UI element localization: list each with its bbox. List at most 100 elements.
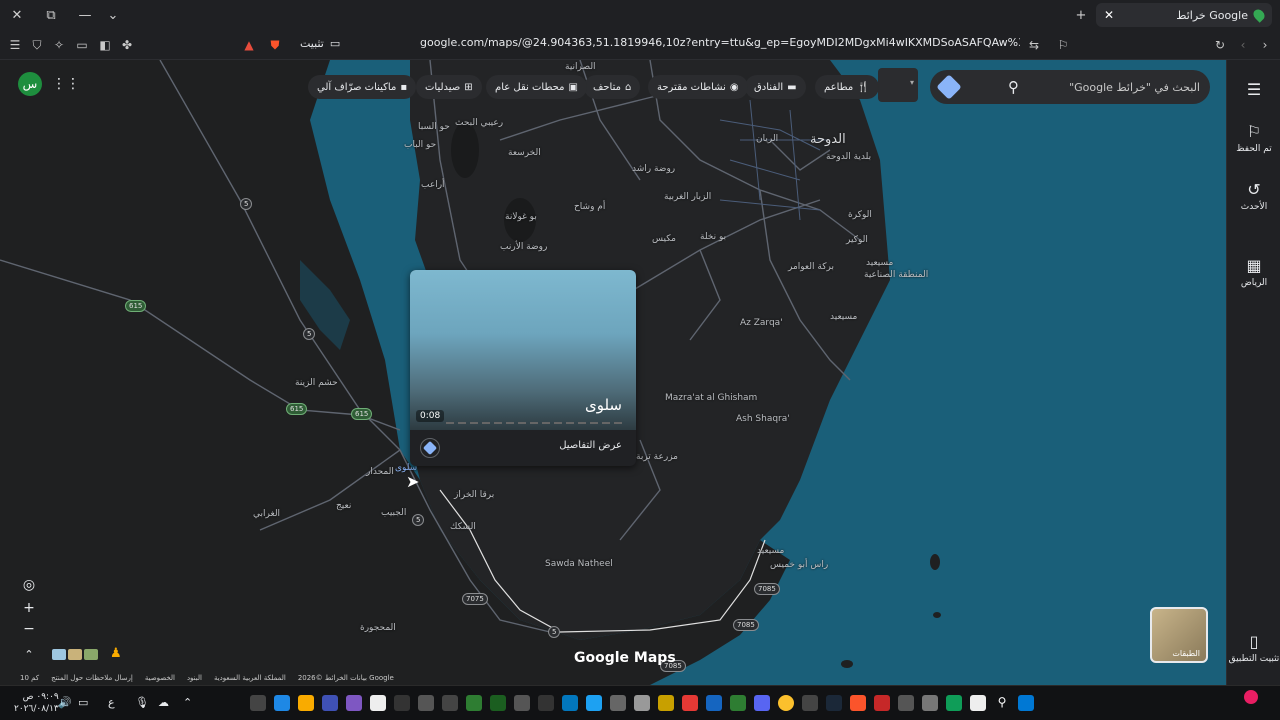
taskbar-app-icon[interactable]	[610, 695, 626, 711]
map-label-al-zubara[interactable]: الصرانية	[565, 62, 596, 72]
taskbar-app-icon[interactable]	[274, 695, 290, 711]
apps-grid-icon[interactable]: ⋮⋮	[52, 76, 80, 92]
bookmark-icon[interactable]: ⚐	[1054, 36, 1072, 54]
map-label-al-kharsaah[interactable]: الخرسعة	[508, 148, 541, 158]
reload-icon[interactable]: ↻	[1211, 36, 1229, 54]
map-label-mukaines[interactable]: مكيس	[652, 234, 676, 244]
view-details-link[interactable]: عرض التفاصيل	[559, 440, 622, 451]
layers-button[interactable]: الطبقات	[1150, 607, 1208, 663]
taskbar-app-icon[interactable]	[418, 695, 434, 711]
install-app-button[interactable]: ▯ تثبيت التطبيق	[1227, 632, 1280, 664]
map-type-thumb[interactable]	[68, 649, 82, 660]
map-label-sawda-natheel[interactable]: Sawda Natheel	[545, 559, 613, 569]
zoom-out-button[interactable]: −	[18, 618, 40, 640]
chip-atms[interactable]: ماكينات صرّاف آلي ▪	[308, 75, 417, 99]
saved-button[interactable]: ⚐ تم الحفظ	[1227, 122, 1280, 154]
rewards-triangle-icon[interactable]: ▲	[240, 36, 258, 54]
taskbar-app-icon[interactable]	[442, 695, 458, 711]
map-label-rawdat-rashid[interactable]: روضة راشد	[632, 164, 675, 174]
install-app-chip[interactable]: تثبيت ▭	[300, 37, 340, 50]
search-icon[interactable]: ⚲	[1008, 78, 1019, 96]
map-type-thumb[interactable]	[52, 649, 66, 660]
search-dropdown-button[interactable]: ▾	[878, 68, 918, 102]
taskbar-app-icon[interactable]	[898, 695, 914, 711]
country-label[interactable]: المملكة العربية السعودية	[214, 674, 286, 682]
scale-bar[interactable]: 10 كم	[20, 674, 39, 682]
card-directions-button[interactable]	[420, 438, 440, 458]
map-label-araaib[interactable]: أراعب	[421, 180, 445, 190]
puzzle-icon[interactable]: ✤	[118, 36, 136, 54]
back-icon[interactable]: ›	[1256, 36, 1274, 54]
map-label-al-mahdar[interactable]: المحدار	[366, 467, 394, 477]
brave-shield-icon[interactable]: ⛊	[266, 36, 284, 54]
map-label-naeej[interactable]: نعيج	[336, 501, 351, 511]
terms-link[interactable]: البنود	[187, 674, 202, 682]
taskbar-app-icon[interactable]	[658, 695, 674, 711]
taskbar-app-icon[interactable]	[970, 695, 986, 711]
map-label-al-mahjoura[interactable]: المحجورة	[360, 623, 396, 633]
map-label-bu-nakhla[interactable]: بو نخلة	[700, 232, 726, 242]
map-label-ash-shaqra[interactable]: Ash Shaqra'	[736, 414, 790, 424]
shield-icon[interactable]: ⛉	[28, 36, 46, 54]
excel-icon[interactable]	[490, 695, 506, 711]
chip-things-to-do[interactable]: نشاطات مقترحة ◉	[648, 75, 748, 99]
expand-chevron-icon[interactable]: ⌃	[18, 643, 40, 665]
map-label-bu-gawlan[interactable]: بو غولانة	[505, 212, 537, 222]
map-label-mesaieed-north[interactable]: مسيعيد	[866, 258, 893, 268]
map-label-mesaieed[interactable]: مسيعيد	[830, 312, 857, 322]
restore-window-icon[interactable]: ⧉	[40, 4, 62, 26]
taskbar-app-icon[interactable]	[922, 695, 938, 711]
folder-icon[interactable]	[298, 695, 314, 711]
close-window-icon[interactable]: ✕	[6, 4, 28, 26]
show-hidden-icons-icon[interactable]: ⌃	[183, 696, 192, 709]
microphone-icon[interactable]: 🎙	[135, 696, 149, 709]
map-label-raeebi[interactable]: رعيبي البحث	[455, 118, 503, 128]
chatgpt-icon[interactable]	[634, 695, 650, 711]
taskbar-clock[interactable]: ٠٩:٠٩ ص ٢٠٢٦/٠٨/١٣	[14, 691, 59, 715]
map-label-doha-municipality[interactable]: بلدية الدوحة	[826, 152, 871, 162]
brave-icon[interactable]	[850, 695, 866, 711]
directions-icon[interactable]	[936, 74, 962, 100]
hamburger-menu-button[interactable]: ☰	[1227, 80, 1280, 102]
recent-button[interactable]: ↺ الأحدث	[1227, 180, 1280, 212]
place-preview-card[interactable]: سلوى 0:08 عرض التفاصيل	[410, 270, 636, 466]
active-tab[interactable]: ✕ خرائط Google	[1096, 3, 1272, 27]
map-label-hasm-alzeena[interactable]: حشم الزينة	[295, 378, 338, 388]
tab-close-icon[interactable]: ✕	[1104, 8, 1114, 22]
search-box[interactable]: ⚲ البحث في "خرائط Google"	[930, 70, 1210, 104]
start-windows-icon[interactable]	[1018, 695, 1034, 711]
map-label-az-zarqa[interactable]: Az Zarqa'	[740, 318, 783, 328]
taskbar-app-icon[interactable]	[802, 695, 818, 711]
telegram-icon[interactable]	[586, 695, 602, 711]
map-label-hul-albab[interactable]: حو الباب	[404, 140, 436, 150]
chip-restaurants[interactable]: مطاعم 🍴	[815, 75, 879, 99]
chip-hotels[interactable]: الفنادق ▬	[745, 75, 806, 99]
discord-icon[interactable]	[754, 695, 770, 711]
taskbar-app-icon[interactable]	[250, 695, 266, 711]
taskbar-app-icon[interactable]	[322, 695, 338, 711]
chip-museums[interactable]: متاحف ⌂	[584, 75, 641, 99]
xbox-icon[interactable]	[730, 695, 746, 711]
map-label-al-sakak[interactable]: السكك	[450, 522, 476, 532]
taskbar-app-icon[interactable]	[514, 695, 530, 711]
taskbar-app-icon[interactable]	[538, 695, 554, 711]
my-location-icon[interactable]: ◎	[18, 574, 40, 596]
network-icon[interactable]: ▭	[78, 696, 88, 709]
menu-icon[interactable]: ☰	[6, 36, 24, 54]
recent-place-riyadh[interactable]: ▦ الرياض	[1227, 256, 1280, 288]
map-label-al-wukair[interactable]: الوكير	[846, 235, 868, 245]
taskbar-app-icon[interactable]	[466, 695, 482, 711]
taskbar-app-icon[interactable]	[394, 695, 410, 711]
zoom-in-button[interactable]: +	[18, 597, 40, 619]
sidebar-icon[interactable]: ◧	[96, 36, 114, 54]
language-indicator[interactable]: ع	[108, 696, 115, 709]
map-label-industrial[interactable]: المنطقة الصناعية	[864, 270, 928, 280]
map-label-rawdat-alarnab[interactable]: روضة الأرنب	[500, 242, 547, 252]
pegman-icon[interactable]: ♟	[110, 646, 122, 661]
map-label-al-wakra[interactable]: الوكرة	[848, 210, 872, 220]
url-field[interactable]: google.com/maps/@24.904363,51.1819946,10…	[420, 36, 1020, 54]
minimize-window-icon[interactable]: —	[74, 4, 96, 26]
wallet-icon[interactable]: ▭	[73, 36, 91, 54]
onedrive-icon[interactable]: ☁	[158, 696, 169, 709]
tab-list-chevron-icon[interactable]: ⌄	[102, 4, 124, 26]
